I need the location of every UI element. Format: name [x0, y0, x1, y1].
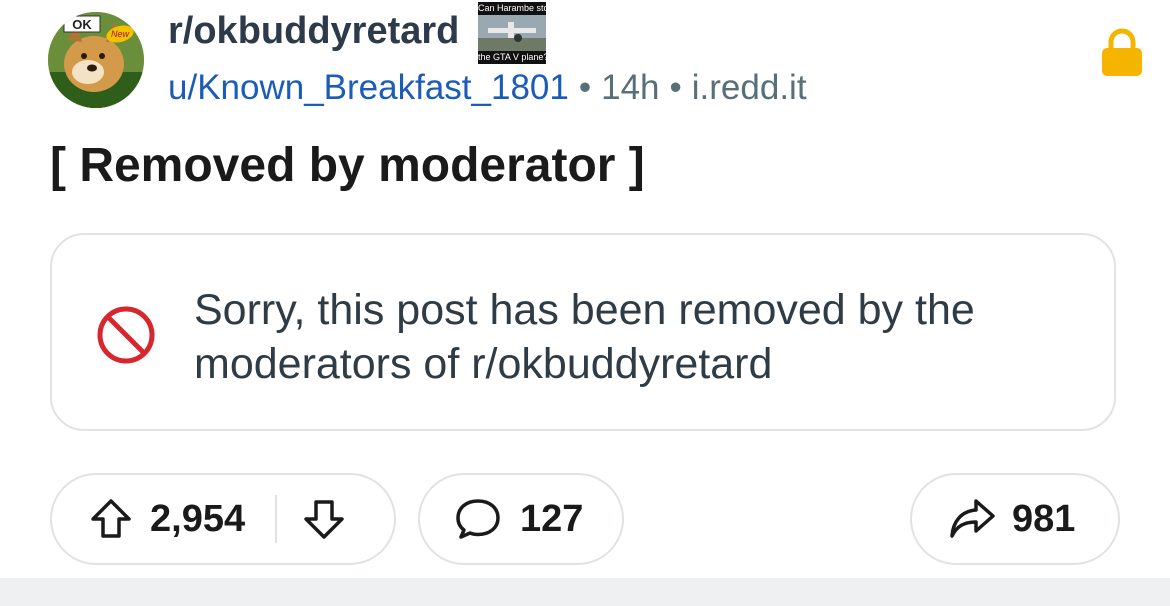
removed-notice-card: Sorry, this post has been removed by the…: [50, 233, 1116, 431]
removed-message: Sorry, this post has been removed by the…: [194, 286, 975, 388]
share-button[interactable]: 981: [910, 473, 1120, 565]
no-entry-icon: [97, 306, 155, 364]
share-icon: [950, 499, 995, 538]
feed-separator: [0, 578, 1170, 606]
subreddit-avatar[interactable]: OK New: [48, 12, 144, 108]
doge-avatar-image: OK New: [48, 12, 144, 108]
post-domain[interactable]: i.redd.it: [692, 68, 807, 107]
meta-separator: •: [669, 68, 682, 107]
upvote-icon[interactable]: [88, 496, 134, 542]
avatar-new-label: New: [111, 29, 130, 39]
post-meta: u/Known_Breakfast_1801 • 14h • i.redd.it: [168, 68, 807, 108]
comments-button[interactable]: 127: [418, 473, 624, 565]
lock-icon: [1102, 28, 1142, 76]
comment-icon: [456, 499, 500, 539]
author-link[interactable]: u/Known_Breakfast_1801: [168, 68, 569, 107]
post-title[interactable]: [ Removed by moderator ]: [50, 138, 645, 193]
avatar-badge: OK: [72, 17, 92, 32]
vote-control: 2,954: [50, 473, 396, 565]
subreddit-name[interactable]: r/okbuddyretard: [168, 10, 459, 53]
upvote-count: 2,954: [150, 497, 246, 540]
vote-divider: [275, 495, 278, 543]
comment-count: 127: [520, 497, 584, 540]
meta-separator: •: [578, 68, 592, 107]
downvote-icon[interactable]: [301, 496, 347, 542]
flair-bottom-caption: the GTA V plane?: [478, 51, 546, 64]
share-count: 981: [1012, 497, 1076, 540]
subreddit-flair-image: Can Harambe stop the GTA V plane?: [478, 2, 546, 64]
post-age: 14h: [601, 68, 660, 107]
